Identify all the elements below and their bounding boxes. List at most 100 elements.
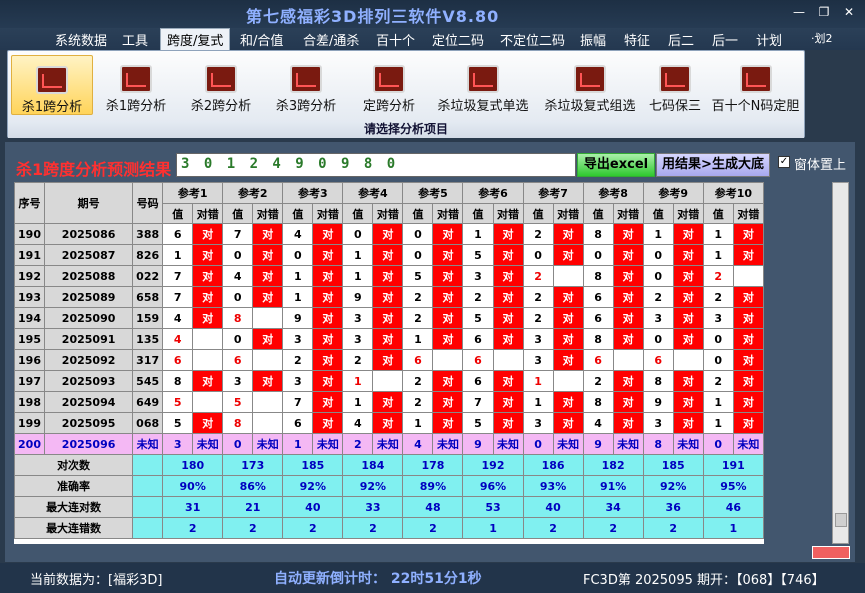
ref-value: 8 bbox=[222, 307, 254, 329]
ref-value: 2 bbox=[702, 286, 734, 308]
stat-value: 96% bbox=[462, 475, 524, 497]
close-icon[interactable]: ✕ bbox=[840, 5, 858, 19]
menu-feature[interactable]: 特征 bbox=[624, 30, 650, 49]
menu-last-two[interactable]: 后二 bbox=[668, 30, 694, 49]
ref-result: 对 bbox=[612, 244, 644, 266]
ref-value: 6 bbox=[162, 349, 194, 371]
menu-system-data[interactable]: 系统数据 bbox=[55, 30, 107, 49]
ref-result: 对 bbox=[312, 286, 344, 308]
ref-result: 对 bbox=[732, 307, 764, 329]
ref-result: 对 bbox=[252, 328, 284, 350]
ref-value: 2 bbox=[522, 223, 554, 245]
ref-result: 未知 bbox=[252, 433, 284, 455]
scrollbar-thumb[interactable] bbox=[835, 513, 847, 527]
header-ref: 参考10 bbox=[702, 182, 764, 204]
ref-value: 1 bbox=[702, 391, 734, 413]
header-value: 值 bbox=[402, 203, 434, 224]
row-period: 2025095 bbox=[44, 412, 134, 434]
stat-value: 91% bbox=[582, 475, 644, 497]
ref-result: 对 bbox=[252, 265, 284, 287]
ribbon-button-fixed-span[interactable]: 定跨分析 bbox=[351, 55, 427, 115]
generate-base-button[interactable]: 用结果>生成大底 bbox=[656, 153, 770, 177]
vertical-scrollbar[interactable] bbox=[832, 182, 849, 544]
row-period: 2025089 bbox=[44, 286, 134, 308]
ref-value: 0 bbox=[642, 265, 674, 287]
ref-result: 对 bbox=[612, 391, 644, 413]
menu-fixed-2[interactable]: 定位二码 bbox=[432, 30, 484, 49]
row-period: 2025094 bbox=[44, 391, 134, 413]
ref-value: 1 bbox=[402, 328, 434, 350]
stat-value: 2 bbox=[342, 517, 404, 539]
ribbon-button-kill1-span-1[interactable]: 杀1跨分析 bbox=[11, 55, 93, 115]
header-value: 值 bbox=[222, 203, 254, 224]
menu-span-compound[interactable]: 跨度/复式 bbox=[160, 28, 231, 50]
header-right-wrong: 对错 bbox=[552, 203, 584, 224]
ref-value: 0 bbox=[582, 244, 614, 266]
restore-icon[interactable]: ❐ bbox=[815, 5, 833, 19]
ref-value: 7 bbox=[282, 391, 314, 413]
stat-value: 185 bbox=[642, 454, 704, 476]
ref-result: 对 bbox=[252, 370, 284, 392]
menu-diff-kill[interactable]: 合差/通杀 bbox=[303, 30, 359, 49]
ref-result bbox=[192, 328, 224, 350]
ref-value: 4 bbox=[162, 307, 194, 329]
ref-value: 8 bbox=[582, 265, 614, 287]
ref-result: 未知 bbox=[432, 433, 464, 455]
menu-tools[interactable]: 工具 bbox=[122, 30, 148, 49]
ref-result: 未知 bbox=[372, 433, 404, 455]
ribbon-button-junk-single[interactable]: 杀垃圾复式单选 bbox=[431, 55, 535, 115]
ref-value: 2 bbox=[462, 286, 494, 308]
ref-result bbox=[552, 265, 584, 287]
menu-unfixed-2[interactable]: 不定位二码 bbox=[500, 30, 565, 49]
ref-result: 对 bbox=[432, 223, 464, 245]
menu-plan[interactable]: 计划 bbox=[756, 30, 782, 49]
ribbon-button-kill3-span[interactable]: 杀3跨分析 bbox=[266, 55, 346, 115]
ribbon-button-kill2-span[interactable]: 杀2跨分析 bbox=[181, 55, 261, 115]
ref-value: 3 bbox=[162, 433, 194, 455]
row-period: 2025088 bbox=[44, 265, 134, 287]
stat-label: 准确率 bbox=[14, 475, 134, 497]
header-value: 值 bbox=[462, 203, 494, 224]
ref-value: 3 bbox=[522, 328, 554, 350]
ref-value: 5 bbox=[462, 412, 494, 434]
export-excel-button[interactable]: 导出excel bbox=[577, 153, 655, 177]
header-ref: 参考1 bbox=[162, 182, 224, 204]
header-ref: 参考6 bbox=[462, 182, 524, 204]
analysis-table: 序号 期号 号码 参考1 参考2 参考3 参考4 参考5 参考6 参考7 参考8 参考9 参考10 值对错… bbox=[14, 182, 764, 539]
row-period: 2025090 bbox=[44, 307, 134, 329]
ribbon-button-seven-code[interactable]: 七码保三 bbox=[643, 55, 707, 115]
ref-value: 2 bbox=[342, 433, 374, 455]
pin-window-checkbox[interactable]: ✓ bbox=[778, 156, 790, 168]
ref-result: 对 bbox=[312, 412, 344, 434]
menu-last-one[interactable]: 后一 bbox=[712, 30, 738, 49]
ref-value: 4 bbox=[402, 433, 434, 455]
ribbon-button-junk-group[interactable]: 杀垃圾复式组选 bbox=[538, 55, 642, 115]
ref-value: 3 bbox=[222, 370, 254, 392]
ref-result: 对 bbox=[432, 286, 464, 308]
menu-sum-value[interactable]: 和/合值 bbox=[240, 30, 283, 49]
ref-value: 2 bbox=[402, 286, 434, 308]
menu-positions[interactable]: 百十个 bbox=[376, 30, 415, 49]
ref-value: 8 bbox=[642, 433, 674, 455]
ribbon-button-kill1-span-2[interactable]: 杀1跨分析 bbox=[96, 55, 176, 115]
menu-amplitude[interactable]: 振幅 bbox=[580, 30, 606, 49]
minimize-icon[interactable]: — bbox=[790, 5, 808, 19]
ref-value: 7 bbox=[162, 265, 194, 287]
stat-value: 2 bbox=[222, 517, 284, 539]
ref-result: 对 bbox=[372, 265, 404, 287]
stat-value: 40 bbox=[522, 496, 584, 518]
ref-value: 2 bbox=[522, 265, 554, 287]
stat-value: 95% bbox=[702, 475, 764, 497]
ref-value: 1 bbox=[402, 412, 434, 434]
header-ref: 参考2 bbox=[222, 182, 284, 204]
ref-result bbox=[432, 349, 464, 371]
ref-value: 0 bbox=[642, 244, 674, 266]
ref-value: 6 bbox=[582, 307, 614, 329]
ref-value: 3 bbox=[342, 328, 374, 350]
row-seq: 195 bbox=[14, 328, 46, 350]
ribbon-button-n-code[interactable]: 百十个N码定胆 bbox=[708, 55, 803, 115]
result-field[interactable]: 3 0 1 2 4 9 0 9 8 0 bbox=[176, 153, 576, 177]
ref-result bbox=[492, 349, 524, 371]
analysis-table-container[interactable]: 序号 期号 号码 参考1 参考2 参考3 参考4 参考5 参考6 参考7 参考8 参考9 参考10 值对错… bbox=[14, 182, 764, 544]
ref-value: 1 bbox=[642, 223, 674, 245]
